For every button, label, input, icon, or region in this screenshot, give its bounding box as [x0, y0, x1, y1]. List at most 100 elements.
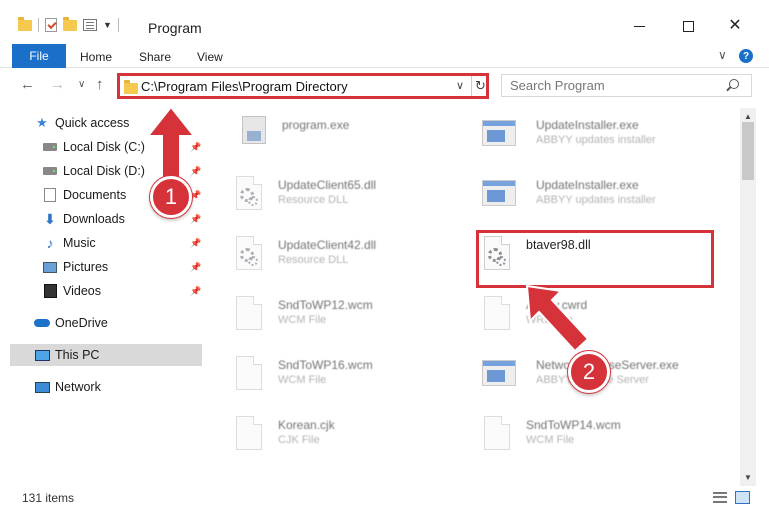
drive-icon	[42, 164, 58, 178]
exe-icon	[480, 116, 516, 156]
list-item[interactable]: Abbyy.cwrd WRD File	[480, 292, 720, 342]
list-item[interactable]: program.exe	[236, 112, 476, 162]
tab-view[interactable]: View	[197, 50, 223, 64]
file-type: Resource DLL	[278, 254, 349, 266]
ribbon-expand-icon[interactable]: ∨	[718, 48, 727, 62]
sidebar-item-label: This PC	[55, 348, 100, 362]
list-item[interactable]: UpdateInstaller.exe ABBYY updates instal…	[480, 112, 720, 162]
step-2-badge: 2	[568, 351, 610, 393]
file-name: Abbyy.cwrd	[526, 298, 588, 312]
scroll-thumb[interactable]	[742, 122, 754, 180]
sidebar-item-label: Pictures	[63, 260, 109, 274]
customize-icon[interactable]	[83, 19, 97, 31]
step-1-badge: 1	[150, 176, 192, 218]
dll-icon	[232, 236, 266, 276]
forward-arrow-icon[interactable]: →	[50, 76, 65, 93]
file-icon	[232, 416, 266, 456]
sidebar-item-pictures[interactable]: Pictures 📌	[0, 256, 204, 278]
folder-icon[interactable]	[18, 16, 32, 31]
sidebar-item-label: Local Disk (D:)	[63, 164, 145, 178]
onedrive-icon	[34, 316, 50, 330]
downloads-icon: ⬇	[44, 210, 56, 227]
back-arrow-icon[interactable]: ←	[20, 76, 35, 93]
file-type: ABBYY updates installer	[536, 134, 656, 146]
recent-locations-icon[interactable]: ∨	[78, 79, 85, 90]
details-view-icon[interactable]	[713, 492, 727, 503]
search-input[interactable]	[510, 78, 720, 93]
sidebar-item-label: Documents	[63, 188, 127, 202]
sidebar-item-music[interactable]: ♪ Music 📌	[0, 232, 204, 254]
maximize-button[interactable]	[680, 18, 696, 34]
list-item[interactable]: UpdateClient42.dll Resource DLL	[232, 232, 472, 282]
file-name: program.exe	[282, 118, 350, 132]
file-list: program.exe UpdateClient65.dll Resource …	[206, 108, 739, 486]
list-item[interactable]: UpdateInstaller.exe ABBYY updates instal…	[480, 172, 720, 222]
properties-check-icon[interactable]	[45, 18, 57, 32]
documents-icon	[42, 188, 58, 202]
up-arrow-icon[interactable]: ↑	[96, 76, 104, 93]
item-count: 131 items	[22, 491, 75, 505]
file-name: UpdateInstaller.exe	[536, 178, 639, 192]
this-pc-icon	[34, 348, 50, 362]
maximize-icon	[682, 20, 694, 32]
file-icon	[232, 296, 266, 336]
list-item[interactable]: SndToWP12.wcm WCM File	[232, 292, 472, 342]
pin-icon[interactable]: 📌	[190, 142, 201, 153]
help-icon[interactable]: ?	[739, 49, 753, 63]
title-separator	[117, 18, 119, 32]
window-title: Program	[148, 20, 202, 36]
file-type: Resource DLL	[278, 194, 349, 206]
pin-icon[interactable]: 📌	[190, 166, 201, 177]
list-item[interactable]: SndToWP16.wcm WCM File	[232, 352, 472, 402]
sidebar-item-onedrive[interactable]: OneDrive	[0, 312, 204, 334]
file-name: UpdateClient65.dll	[278, 178, 377, 192]
tab-share[interactable]: Share	[139, 50, 171, 64]
address-bar[interactable]: C:\Program Files\Program Directory ∨ ↻	[117, 73, 489, 99]
sidebar-item-label: Music	[63, 236, 96, 250]
new-folder-icon[interactable]	[63, 16, 77, 31]
search-box[interactable]	[501, 74, 752, 97]
file-icon	[232, 356, 266, 396]
vertical-scrollbar[interactable]: ▲ ▼	[740, 108, 756, 486]
list-item[interactable]: Korean.cjk CJK File	[232, 412, 472, 462]
sidebar-item-label: Network	[55, 380, 101, 394]
pin-icon[interactable]: 📌	[190, 238, 201, 249]
address-path[interactable]: C:\Program Files\Program Directory	[141, 79, 348, 94]
pin-icon[interactable]: 📌	[190, 286, 201, 297]
search-icon[interactable]	[729, 79, 739, 89]
toolbar-dropdown-icon[interactable]: ▼	[103, 20, 112, 30]
tab-file[interactable]: File	[12, 44, 66, 68]
tab-home[interactable]: Home	[80, 50, 112, 64]
minimize-button[interactable]	[631, 18, 647, 34]
quick-access-toolbar: ▼	[18, 16, 119, 32]
scroll-up-icon[interactable]: ▲	[744, 112, 752, 121]
exe-icon	[480, 356, 516, 396]
list-item[interactable]: UpdateClient65.dll Resource DLL	[232, 172, 472, 222]
navigation-pane: ★ Quick access Local Disk (C:) 📌 Local D…	[0, 108, 206, 486]
file-type: WCM File	[526, 434, 575, 446]
sidebar-item-network[interactable]: Network	[0, 376, 204, 398]
status-bar: 131 items	[0, 486, 769, 508]
minimize-icon	[633, 25, 645, 27]
file-name: SndToWP12.wcm	[278, 298, 373, 312]
pictures-icon	[42, 260, 58, 274]
sidebar-item-label: OneDrive	[55, 316, 108, 330]
file-icon	[480, 296, 514, 336]
scroll-down-icon[interactable]: ▼	[744, 473, 752, 482]
tiles-view-icon[interactable]	[735, 491, 750, 504]
sidebar-item-quick-access[interactable]: ★ Quick access	[0, 112, 204, 134]
videos-icon	[42, 284, 58, 298]
close-button[interactable]: ✕	[727, 18, 743, 34]
file-name: SndToWP16.wcm	[278, 358, 373, 372]
refresh-icon[interactable]: ↻	[475, 78, 486, 94]
file-type: WRD File	[526, 314, 574, 326]
file-type: CJK File	[278, 434, 320, 446]
pin-icon[interactable]: 📌	[190, 214, 201, 225]
file-name: UpdateClient42.dll	[278, 238, 377, 252]
address-dropdown-icon[interactable]: ∨	[456, 79, 464, 92]
sidebar-item-this-pc[interactable]: This PC	[10, 344, 202, 366]
sidebar-item-videos[interactable]: Videos 📌	[0, 280, 204, 302]
list-item[interactable]: SndToWP14.wcm WCM File	[480, 412, 720, 462]
sidebar-item-local-disk-c[interactable]: Local Disk (C:) 📌	[0, 136, 204, 158]
pin-icon[interactable]: 📌	[190, 262, 201, 273]
